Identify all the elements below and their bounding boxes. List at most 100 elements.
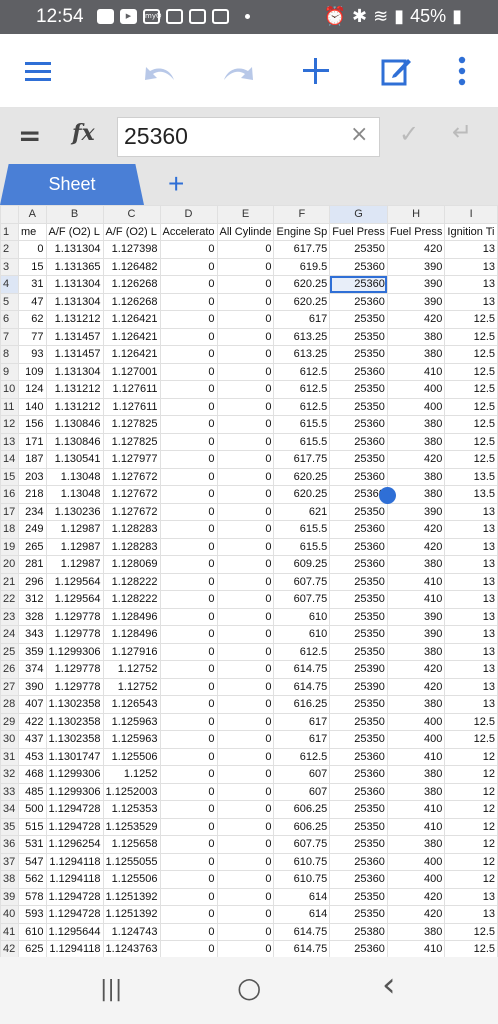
- cell[interactable]: 615.5: [273, 537, 331, 556]
- cell[interactable]: 25390: [329, 677, 388, 696]
- row-header[interactable]: 37: [0, 852, 19, 871]
- cell[interactable]: 328: [17, 607, 47, 626]
- cell[interactable]: 0: [159, 362, 218, 381]
- cell[interactable]: 265: [17, 537, 47, 556]
- cell[interactable]: 140: [17, 397, 47, 416]
- cell[interactable]: 13: [444, 607, 498, 626]
- cell[interactable]: 1.12987: [45, 555, 104, 574]
- cell[interactable]: 485: [17, 782, 47, 801]
- cell[interactable]: 0: [216, 625, 275, 644]
- cell[interactable]: 453: [17, 747, 47, 766]
- row-header[interactable]: 3: [0, 257, 19, 276]
- cell[interactable]: 25360: [329, 432, 388, 451]
- cell[interactable]: 1.1253529: [102, 817, 161, 836]
- row-header[interactable]: 13: [0, 432, 19, 451]
- cell[interactable]: 0: [159, 467, 218, 486]
- cell[interactable]: 607.75: [273, 572, 331, 591]
- row-header[interactable]: 30: [0, 730, 19, 749]
- cell[interactable]: 0: [216, 852, 275, 871]
- cell[interactable]: 617: [273, 310, 331, 329]
- cell[interactable]: 0: [159, 520, 218, 539]
- cell[interactable]: 1.127825: [102, 432, 161, 451]
- cell[interactable]: 1.1251392: [102, 887, 161, 906]
- cell[interactable]: 0: [216, 467, 275, 486]
- cell[interactable]: 0: [216, 712, 275, 731]
- cell[interactable]: 0: [216, 660, 275, 679]
- clear-icon[interactable]: ×: [350, 122, 368, 147]
- cell[interactable]: 1.125658: [102, 835, 161, 854]
- cell[interactable]: 12: [444, 852, 498, 871]
- cell[interactable]: 12: [444, 817, 498, 836]
- cell[interactable]: 13: [444, 537, 498, 556]
- confirm-icon[interactable]: ✓: [399, 120, 419, 148]
- cell[interactable]: 1.128496: [102, 625, 161, 644]
- cell[interactable]: 410: [386, 747, 446, 766]
- row-header[interactable]: 36: [0, 835, 19, 854]
- cell[interactable]: 0: [159, 607, 218, 626]
- row-header[interactable]: 32: [0, 765, 19, 784]
- cell[interactable]: 400: [386, 852, 446, 871]
- cell[interactable]: 614.75: [273, 940, 331, 957]
- cell[interactable]: 13: [444, 275, 498, 294]
- row-header[interactable]: 29: [0, 712, 19, 731]
- cell[interactable]: 1.12752: [102, 677, 161, 696]
- cell[interactable]: 124: [17, 380, 47, 399]
- cell[interactable]: 420: [386, 310, 446, 329]
- cell[interactable]: 25350: [329, 730, 388, 749]
- cell[interactable]: 400: [386, 380, 446, 399]
- cell[interactable]: Accelerato: [159, 222, 218, 241]
- column-header-g[interactable]: G: [329, 205, 388, 224]
- function-icon[interactable]: fx: [72, 120, 95, 146]
- cell[interactable]: 1.127001: [102, 362, 161, 381]
- cell[interactable]: 1.128283: [102, 537, 161, 556]
- back-button[interactable]: ‹: [382, 965, 396, 1005]
- cell[interactable]: 12.5: [444, 310, 498, 329]
- cell[interactable]: 25360: [329, 292, 388, 311]
- cell[interactable]: 0: [216, 362, 275, 381]
- cell[interactable]: 12.5: [444, 345, 498, 364]
- cell[interactable]: 620.25: [273, 485, 331, 504]
- cell[interactable]: 25350: [329, 607, 388, 626]
- cell[interactable]: 0: [159, 275, 218, 294]
- cell[interactable]: 0: [159, 642, 218, 661]
- cell[interactable]: 1.127672: [102, 502, 161, 521]
- cell[interactable]: 12.5: [444, 397, 498, 416]
- cell[interactable]: 1.125963: [102, 712, 161, 731]
- cell[interactable]: 1.128069: [102, 555, 161, 574]
- cell[interactable]: 12: [444, 765, 498, 784]
- cell[interactable]: 617.75: [273, 450, 331, 469]
- cell[interactable]: 390: [386, 502, 446, 521]
- cell[interactable]: 0: [216, 555, 275, 574]
- row-header[interactable]: 38: [0, 870, 19, 889]
- cell[interactable]: 380: [386, 432, 446, 451]
- cell[interactable]: 612.5: [273, 397, 331, 416]
- row-header[interactable]: 6: [0, 310, 19, 329]
- cell[interactable]: 0: [216, 485, 275, 504]
- cell[interactable]: 1.1294728: [45, 800, 104, 819]
- cell[interactable]: 1.126421: [102, 310, 161, 329]
- cell[interactable]: 0: [159, 800, 218, 819]
- cell[interactable]: 1.127672: [102, 485, 161, 504]
- cell[interactable]: 620.25: [273, 292, 331, 311]
- cell[interactable]: 1.1294728: [45, 905, 104, 924]
- cell[interactable]: 0: [216, 327, 275, 346]
- cell[interactable]: 437: [17, 730, 47, 749]
- row-header[interactable]: 35: [0, 817, 19, 836]
- cell[interactable]: 1.1296254: [45, 835, 104, 854]
- row-header[interactable]: 2: [0, 240, 19, 259]
- cell[interactable]: 400: [386, 730, 446, 749]
- cell[interactable]: 13: [444, 677, 498, 696]
- cell[interactable]: 12.5: [444, 712, 498, 731]
- recents-button[interactable]: |||: [100, 977, 122, 1002]
- cell[interactable]: 0: [159, 450, 218, 469]
- cell[interactable]: 0: [159, 572, 218, 591]
- cell[interactable]: 1.1255055: [102, 852, 161, 871]
- cell[interactable]: 0: [159, 887, 218, 906]
- cell[interactable]: 0: [159, 327, 218, 346]
- cell[interactable]: 620.25: [273, 467, 331, 486]
- cell[interactable]: 1.1252: [102, 765, 161, 784]
- row-header[interactable]: 41: [0, 922, 19, 941]
- cell[interactable]: 610: [273, 607, 331, 626]
- row-header[interactable]: 16: [0, 485, 19, 504]
- cell[interactable]: 420: [386, 905, 446, 924]
